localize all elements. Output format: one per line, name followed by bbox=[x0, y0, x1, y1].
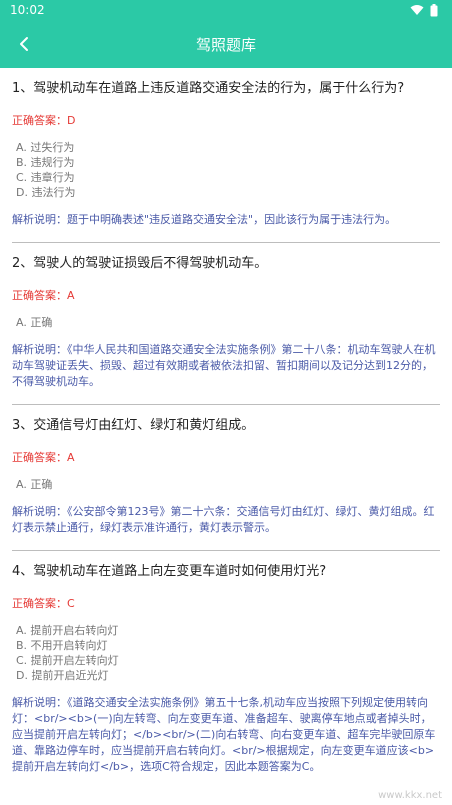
question-text: 1、驾驶机动车在道路上违反道路交通安全法的行为，属于什么行为? bbox=[12, 81, 405, 96]
explanation-text: 题于中明确表述"违反道路交通安全法"，因此该行为属于违法行为。 bbox=[67, 213, 397, 226]
correct-answer: 正确答案：D bbox=[12, 112, 440, 128]
question-list: 1、驾驶机动车在道路上违反道路交通安全法的行为，属于什么行为? 正确答案：D A… bbox=[0, 68, 452, 789]
explanation: 解析说明：《公安部令第123号》第二十六条：交通信号灯由红灯、绿灯、黄灯组成。红… bbox=[12, 504, 440, 536]
option-item: A. 正确 bbox=[16, 316, 53, 329]
question-text: 2、驾驶人的驾驶证损毁后不得驾驶机动车。 bbox=[12, 256, 268, 271]
correct-answer: 正确答案：C bbox=[12, 595, 440, 611]
option-item: B. 违规行为 bbox=[16, 156, 75, 169]
status-bar: 10:02 bbox=[0, 0, 452, 20]
option-item: D. 提前开启近光灯 bbox=[16, 669, 109, 682]
option-item: B. 不用开启转向灯 bbox=[16, 639, 108, 652]
question-text: 3、交通信号灯由红灯、绿灯和黄灯组成。 bbox=[12, 418, 255, 433]
option-list: A. 正确 bbox=[12, 477, 440, 492]
answer-value: D bbox=[67, 114, 76, 127]
option-list: A. 正确 bbox=[12, 315, 440, 330]
explanation-label: 解析说明： bbox=[12, 696, 67, 709]
explanation: 解析说明：题于中明确表述"违反道路交通安全法"，因此该行为属于违法行为。 bbox=[12, 212, 440, 228]
status-icons bbox=[410, 3, 438, 17]
question-item: 3、交通信号灯由红灯、绿灯和黄灯组成。 正确答案：A A. 正确 解析说明：《公… bbox=[12, 405, 440, 551]
option-list: A. 提前开启右转向灯 B. 不用开启转向灯 C. 提前开启左转向灯 D. 提前… bbox=[12, 623, 440, 683]
answer-label: 正确答案： bbox=[12, 597, 67, 610]
battery-icon bbox=[430, 3, 438, 16]
answer-value: A bbox=[67, 451, 75, 464]
app-bar: 驾照题库 bbox=[0, 20, 452, 68]
option-item: C. 违章行为 bbox=[16, 171, 75, 184]
chevron-left-icon bbox=[20, 37, 28, 51]
wifi-icon bbox=[410, 5, 424, 15]
answer-value: C bbox=[67, 597, 75, 610]
answer-label: 正确答案： bbox=[12, 451, 67, 464]
question-item: 2、驾驶人的驾驶证损毁后不得驾驶机动车。 正确答案：A A. 正确 解析说明：《… bbox=[12, 243, 440, 405]
explanation-text: 《中华人民共和国道路交通安全法实施条例》第二十八条：机动车驾驶人在机动车驾驶证丢… bbox=[12, 343, 436, 388]
page-title: 驾照题库 bbox=[195, 35, 256, 54]
option-item: A. 提前开启右转向灯 bbox=[16, 624, 119, 637]
option-item: A. 正确 bbox=[16, 478, 53, 491]
status-time: 10:02 bbox=[10, 3, 45, 17]
correct-answer: 正确答案：A bbox=[12, 449, 440, 465]
watermark: www.kkx.net bbox=[378, 790, 442, 801]
explanation-label: 解析说明： bbox=[12, 505, 67, 518]
option-item: C. 提前开启左转向灯 bbox=[16, 654, 119, 667]
explanation: 解析说明：《道路交通安全法实施条例》第五十七条,机动车应当按照下列规定使用转向灯… bbox=[12, 695, 440, 775]
explanation-text: 《公安部令第123号》第二十六条：交通信号灯由红灯、绿灯、黄灯组成。红灯表示禁止… bbox=[12, 505, 435, 534]
answer-value: A bbox=[67, 289, 75, 302]
question-item: 1、驾驶机动车在道路上违反道路交通安全法的行为，属于什么行为? 正确答案：D A… bbox=[12, 68, 440, 243]
answer-label: 正确答案： bbox=[12, 114, 67, 127]
explanation-text: 《道路交通安全法实施条例》第五十七条,机动车应当按照下列规定使用转向灯：<br/… bbox=[12, 696, 436, 773]
explanation-label: 解析说明： bbox=[12, 343, 67, 356]
option-item: D. 违法行为 bbox=[16, 186, 76, 199]
answer-label: 正确答案： bbox=[12, 289, 67, 302]
option-list: A. 过失行为 B. 违规行为 C. 违章行为 D. 违法行为 bbox=[12, 140, 440, 200]
explanation: 解析说明：《中华人民共和国道路交通安全法实施条例》第二十八条：机动车驾驶人在机动… bbox=[12, 342, 440, 390]
back-button[interactable] bbox=[12, 32, 36, 56]
correct-answer: 正确答案：A bbox=[12, 287, 440, 303]
explanation-label: 解析说明： bbox=[12, 213, 67, 226]
question-item: 4、驾驶机动车在道路上向左变更车道时如何使用灯光? 正确答案：C A. 提前开启… bbox=[12, 551, 440, 789]
question-text: 4、驾驶机动车在道路上向左变更车道时如何使用灯光? bbox=[12, 564, 327, 579]
option-item: A. 过失行为 bbox=[16, 141, 75, 154]
